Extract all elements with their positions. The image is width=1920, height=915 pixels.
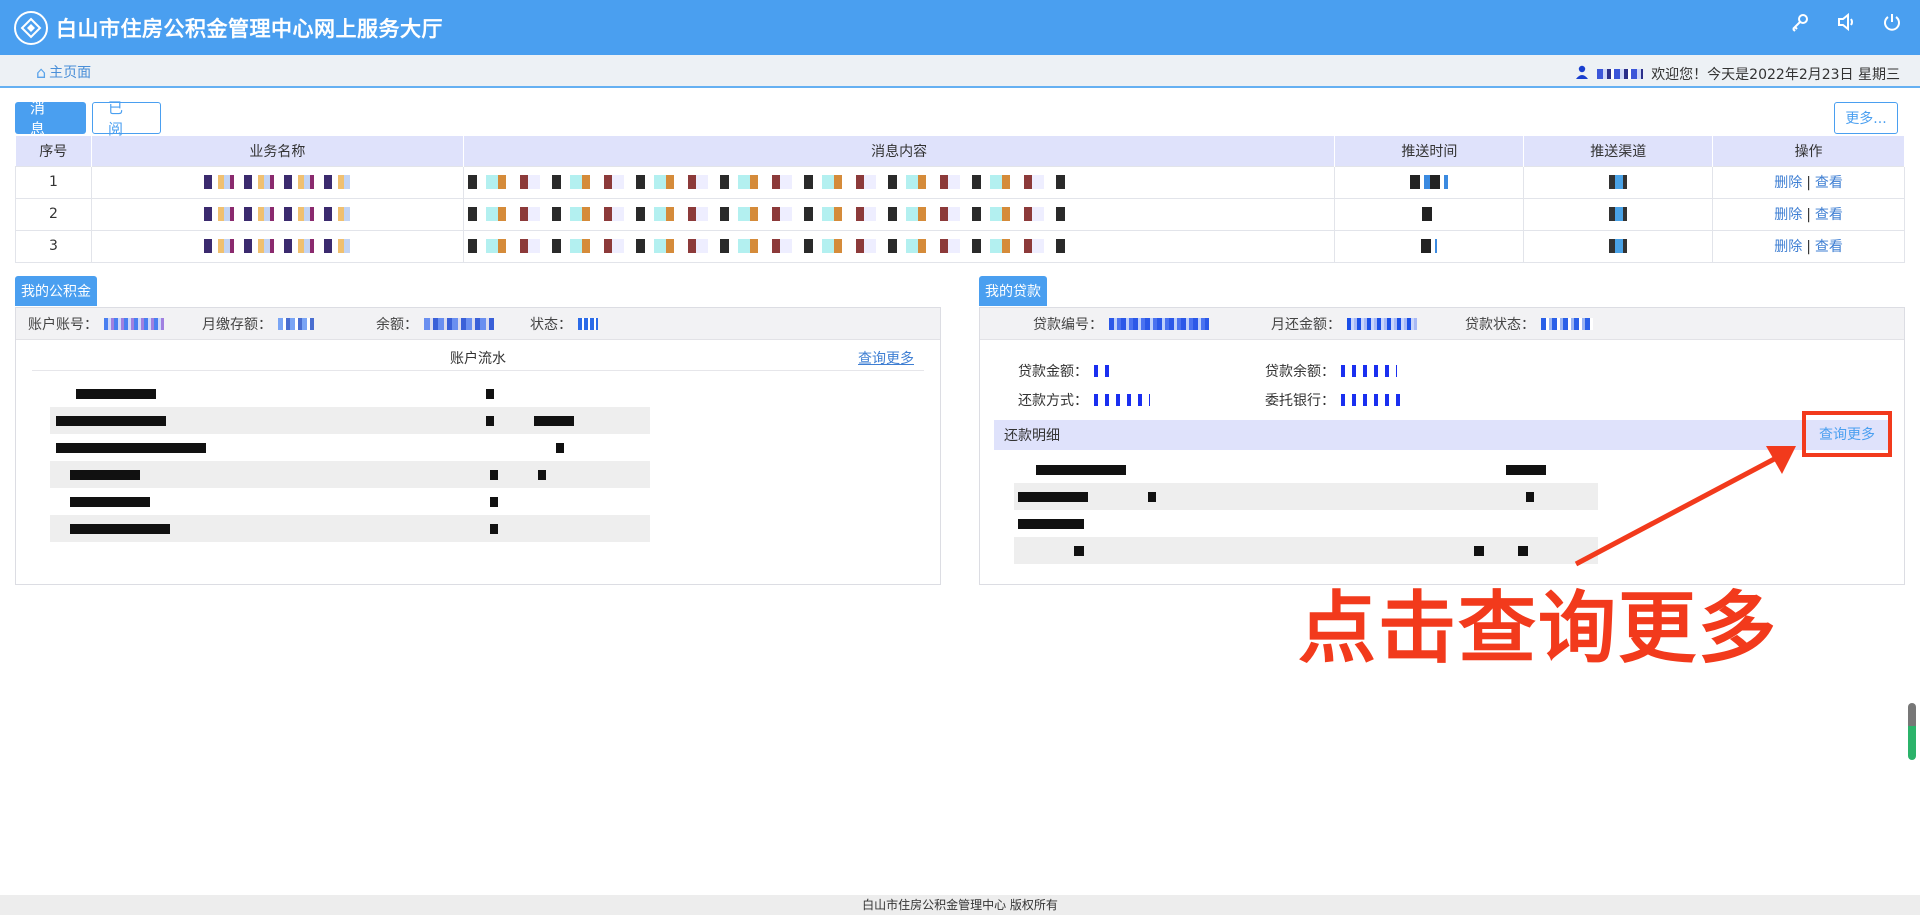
welcome-area: 欢迎您！今天是2022年2月23日 星期三 (1575, 64, 1900, 84)
status-value-redacted (578, 317, 598, 330)
message-tabs: 消 息 已 阅 (15, 99, 161, 138)
list-item (50, 407, 650, 434)
repay-detail-title: 还款明细 (1004, 428, 1060, 444)
loan-panel-tag: 我的贷款 (979, 276, 1047, 306)
list-item (1014, 483, 1598, 510)
loan-number: 贷款编号： (1033, 314, 1271, 334)
account-value-redacted (104, 317, 164, 330)
fund-panel-tag: 我的公积金 (15, 276, 97, 306)
flow-more-link[interactable]: 查询更多 (858, 348, 914, 368)
business-name-redacted (90, 165, 464, 199)
push-channel-redacted (1523, 197, 1714, 231)
flow-list-redacted (50, 380, 650, 542)
loan-details: 贷款金额： 贷款余额： 还款方式： 委托银行： (1018, 356, 1512, 414)
business-name-redacted (90, 229, 464, 263)
fund-account: 账户账号： (28, 314, 202, 334)
message-content-redacted (462, 229, 1336, 263)
view-link[interactable]: 查看 (1815, 175, 1843, 191)
col-time: 推送时间 (1334, 136, 1525, 166)
home-label: 主页面 (49, 65, 92, 81)
delete-link[interactable]: 删除 (1774, 239, 1802, 255)
list-item (50, 488, 650, 515)
annotation-arrow-icon (1574, 446, 1796, 567)
logo-icon (14, 10, 48, 45)
table-row: 2 删除 | 查看 (15, 197, 1905, 231)
push-channel-redacted (1523, 229, 1714, 263)
user-name-redacted (1597, 69, 1644, 79)
repay-list-redacted (1014, 456, 1598, 564)
tab-messages[interactable]: 消 息 (15, 99, 86, 138)
fund-panel: 账户账号： 月缴存额： 余额： 状态： 账户流水 查询更多 (15, 307, 941, 585)
col-content: 消息内容 (463, 136, 1336, 166)
balance-value-redacted (424, 317, 494, 330)
loan-status: 贷款状态： (1465, 314, 1593, 334)
list-item (1014, 537, 1598, 564)
tab-read[interactable]: 已 阅 (92, 99, 161, 138)
message-content-redacted (462, 165, 1336, 199)
loan-number-redacted (1109, 317, 1209, 330)
row-actions: 删除 | 查看 (1712, 229, 1905, 263)
col-index: 序号 (15, 136, 92, 166)
fund-monthly: 月缴存额： (202, 314, 376, 334)
fund-status: 状态： (530, 314, 598, 334)
user-icon (1575, 65, 1589, 83)
entrusted-bank: 委托银行： (1265, 390, 1512, 410)
app-header: 白山市住房公积金管理中心网上服务大厅 (0, 0, 1920, 55)
welcome-text: 欢迎您！今天是2022年2月23日 星期三 (1651, 67, 1900, 83)
view-link[interactable]: 查看 (1815, 239, 1843, 255)
loan-status-redacted (1541, 317, 1593, 330)
push-channel-redacted (1523, 165, 1714, 199)
app-title: 白山市住房公积金管理中心网上服务大厅 (56, 16, 443, 41)
push-time-redacted (1334, 229, 1525, 263)
scrollbar[interactable] (1908, 703, 1916, 760)
loan-balance: 贷款余额： (1265, 361, 1512, 381)
loan-summary-bar: 贷款编号： 月还金额： 贷款状态： (980, 308, 1904, 340)
push-time-redacted (1334, 165, 1525, 199)
footer: 白山市住房公积金管理中心 版权所有 (0, 895, 1920, 915)
repay-method: 还款方式： (1018, 390, 1265, 410)
push-time-redacted (1334, 197, 1525, 231)
speaker-icon[interactable] (1834, 10, 1858, 34)
more-messages-button[interactable]: 更多... (1834, 102, 1898, 134)
row-index: 2 (15, 197, 92, 231)
monthly-repay-redacted (1347, 317, 1417, 330)
monthly-value-redacted (278, 317, 314, 330)
home-link[interactable]: ⌂ 主页面 (36, 62, 91, 82)
table-row: 1 删除 | 查看 (15, 165, 1905, 199)
row-index: 3 (15, 229, 92, 263)
flow-title: 账户流水 (450, 351, 506, 367)
delete-link[interactable]: 删除 (1774, 207, 1802, 223)
annotation-text: 点击查询更多 (1298, 584, 1779, 674)
key-icon[interactable] (1788, 10, 1812, 34)
fund-balance: 余额： (376, 314, 530, 334)
list-item (50, 515, 650, 542)
loan-monthly-repay: 月还金额： (1271, 314, 1465, 334)
col-channel: 推送渠道 (1523, 136, 1714, 166)
message-table: 序号 业务名称 消息内容 推送时间 推送渠道 操作 1 删除 | 查看 2 删除 | 查… (15, 136, 1905, 263)
home-icon: ⌂ (36, 62, 47, 82)
view-link[interactable]: 查看 (1815, 207, 1843, 223)
delete-link[interactable]: 删除 (1774, 175, 1802, 191)
list-item (1014, 456, 1598, 483)
row-actions: 删除 | 查看 (1712, 197, 1905, 231)
col-business: 业务名称 (91, 136, 464, 166)
list-item (50, 434, 650, 461)
divider (32, 370, 924, 371)
row-index: 1 (15, 165, 92, 199)
table-row: 3 删除 | 查看 (15, 229, 1905, 263)
business-name-redacted (90, 197, 464, 231)
breadcrumb-bar: ⌂ 主页面 欢迎您！今天是2022年2月23日 星期三 (0, 55, 1920, 88)
col-actions: 操作 (1712, 136, 1905, 166)
row-actions: 删除 | 查看 (1712, 165, 1905, 199)
loan-amount: 贷款金额： (1018, 361, 1265, 381)
list-item (50, 461, 650, 488)
fund-summary-bar: 账户账号： 月缴存额： 余额： 状态： (16, 308, 940, 340)
list-item (50, 380, 650, 407)
message-content-redacted (462, 197, 1336, 231)
list-item (1014, 510, 1598, 537)
power-icon[interactable] (1880, 10, 1904, 34)
table-header-row: 序号 业务名称 消息内容 推送时间 推送渠道 操作 (15, 136, 1905, 166)
